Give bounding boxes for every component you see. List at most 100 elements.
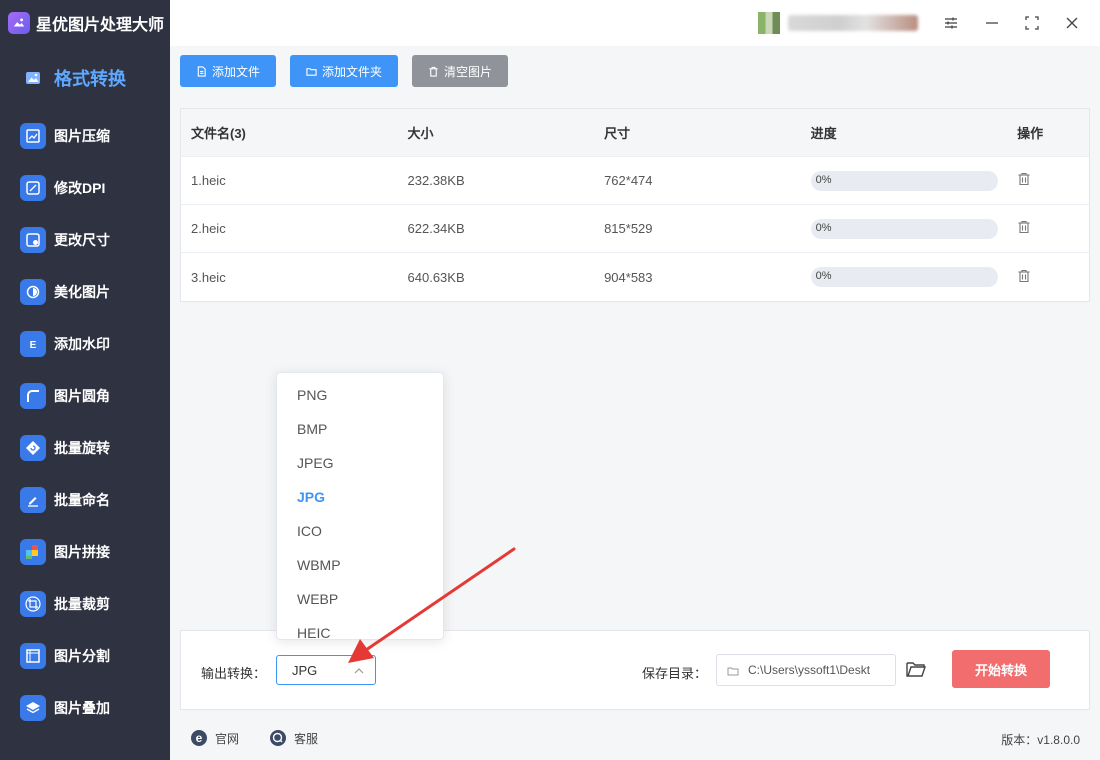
clear-images-label: 清空图片 — [444, 64, 493, 79]
toolbar: 添加文件 添加文件夹 清空图片 — [180, 55, 509, 87]
progress-cell: 0% — [801, 267, 1008, 287]
format-option-bmp[interactable]: BMP — [277, 412, 443, 446]
format-option-webp[interactable]: WEBP — [277, 582, 443, 616]
website-label: 官网 — [215, 731, 240, 746]
settings-sliders-icon[interactable] — [940, 12, 962, 34]
resize-icon — [20, 227, 46, 253]
clear-images-button[interactable]: 清空图片 — [412, 55, 509, 87]
delete-trash-icon[interactable] — [1017, 172, 1031, 186]
save-directory-field[interactable]: C:\Users\yssoft1\Deskt — [716, 654, 896, 686]
sidebar-item-layers[interactable]: 图片叠加 — [0, 682, 170, 734]
format-option-heic[interactable]: HEIC — [277, 616, 443, 639]
maximize-icon[interactable] — [1021, 12, 1043, 34]
ie-browser-icon: e — [191, 730, 207, 746]
output-format-label: 输出转换： — [201, 666, 267, 681]
beautify-icon — [20, 279, 46, 305]
trash-icon — [429, 66, 438, 77]
sidebar-item-rotate[interactable]: 批量旋转 — [0, 422, 170, 474]
progress-bar: 0% — [810, 218, 998, 239]
file-icon — [197, 65, 206, 77]
folder-outline-icon — [727, 667, 739, 676]
progress-text: 0% — [815, 221, 832, 234]
file-size: 622.34KB — [407, 221, 465, 236]
table-row[interactable]: 3.heic 640.63KB 904*583 0% — [181, 253, 1089, 301]
output-settings-panel: 输出转换： JPG 保存目录： C:\Users\yssoft1\Deskt 开… — [180, 630, 1090, 710]
sidebar-item-beautify[interactable]: 美化图片 — [0, 266, 170, 318]
file-dimensions: 904*583 — [604, 269, 653, 285]
progress-cell: 0% — [801, 218, 1008, 239]
chat-bubble-icon — [270, 730, 286, 746]
header-progress: 进度 — [810, 126, 837, 141]
file-size: 232.38KB — [407, 173, 465, 188]
crop-icon — [20, 591, 46, 617]
image-convert-icon — [20, 65, 46, 91]
user-name-blurred — [788, 15, 918, 31]
footer: e 官网 客服 版本：v1.8.0.0 — [170, 718, 1100, 760]
progress-text: 0% — [815, 173, 832, 186]
actions-cell — [1007, 172, 1089, 189]
website-link[interactable]: e 官网 — [190, 729, 239, 747]
customer-service-link[interactable]: 客服 — [269, 729, 318, 747]
sidebar-item-split[interactable]: 图片分割 — [0, 630, 170, 682]
sidebar-item-label: 图片圆角 — [54, 388, 110, 404]
actions-cell — [1007, 220, 1089, 237]
header-actions: 操作 — [1017, 126, 1044, 141]
sidebar-nav: 格式转换图片压缩 修改DPI 更改尺寸 美化图片 E 添加水印图片圆角批量旋转批量命名图片… — [0, 46, 170, 734]
format-option-wbmp[interactable]: WBMP — [277, 548, 443, 582]
rotate-icon — [20, 435, 46, 461]
sidebar-item-image-convert[interactable]: 格式转换 — [0, 46, 170, 110]
sidebar-item-compress[interactable]: 图片压缩 — [0, 110, 170, 162]
sidebar-item-round-corner[interactable]: 图片圆角 — [0, 370, 170, 422]
header-size: 大小 — [407, 126, 434, 141]
sidebar-item-label: 批量命名 — [54, 492, 110, 508]
file-dimensions: 762*474 — [604, 173, 653, 188]
sidebar-item-label: 格式转换 — [54, 69, 126, 89]
file-dimensions: 815*529 — [604, 221, 653, 236]
sidebar-item-puzzle[interactable]: 图片拼接 — [0, 526, 170, 578]
format-option-jpeg[interactable]: JPEG — [277, 446, 443, 480]
file-name: 3.heic — [191, 269, 226, 285]
progress-bar: 0% — [810, 267, 998, 287]
file-name: 2.heic — [191, 221, 226, 236]
table-row[interactable]: 2.heic 622.34KB 815*529 0% — [181, 205, 1089, 253]
dpi-icon — [20, 175, 46, 201]
delete-trash-icon[interactable] — [1017, 269, 1031, 283]
minimize-icon[interactable] — [981, 12, 1003, 34]
table-header: 文件名(3) 大小 尺寸 进度 操作 — [181, 109, 1089, 157]
sidebar-item-dpi[interactable]: 修改DPI — [0, 162, 170, 214]
sidebar-item-resize[interactable]: 更改尺寸 — [0, 214, 170, 266]
browse-folder-icon[interactable] — [905, 659, 927, 679]
puzzle-icon — [20, 539, 46, 565]
output-format-select[interactable]: JPG — [276, 655, 376, 685]
file-name: 1.heic — [191, 173, 226, 188]
table-row[interactable]: 1.heic 232.38KB 762*474 0% — [181, 157, 1089, 205]
close-icon[interactable] — [1061, 12, 1083, 34]
chevron-up-icon — [354, 668, 364, 674]
format-option-png[interactable]: PNG — [277, 378, 443, 412]
add-folder-label: 添加文件夹 — [322, 64, 383, 79]
split-icon — [20, 643, 46, 669]
sidebar-item-label: 图片叠加 — [54, 700, 110, 716]
header-filename: 文件名(3) — [191, 126, 246, 141]
delete-trash-icon[interactable] — [1017, 220, 1031, 234]
sidebar-item-watermark[interactable]: E 添加水印 — [0, 318, 170, 370]
format-option-jpg[interactable]: JPG — [277, 480, 443, 514]
format-option-ico[interactable]: ICO — [277, 514, 443, 548]
title-bar — [170, 0, 1100, 46]
user-avatar[interactable] — [758, 12, 780, 34]
progress-text: 0% — [815, 270, 832, 282]
watermark-icon: E — [20, 331, 46, 357]
svg-text:E: E — [30, 340, 37, 351]
sidebar-item-rename[interactable]: 批量命名 — [0, 474, 170, 526]
add-file-button[interactable]: 添加文件 — [180, 55, 277, 87]
progress-bar: 0% — [810, 170, 998, 191]
sidebar-item-label: 添加水印 — [54, 336, 110, 352]
add-folder-button[interactable]: 添加文件夹 — [290, 55, 399, 87]
round-corner-icon — [20, 383, 46, 409]
sidebar-item-crop[interactable]: 批量裁剪 — [0, 578, 170, 630]
sidebar-item-label: 批量裁剪 — [54, 596, 110, 612]
save-directory-label: 保存目录： — [642, 666, 708, 681]
rename-icon — [20, 487, 46, 513]
folder-icon — [306, 67, 317, 76]
start-convert-button[interactable]: 开始转换 — [952, 650, 1050, 688]
